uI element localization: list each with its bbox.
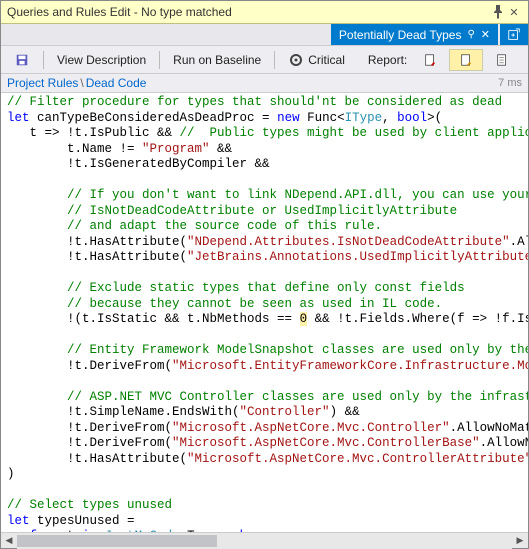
report-option-2[interactable] xyxy=(449,49,483,71)
critical-button[interactable]: Critical xyxy=(279,49,354,71)
title-bar: Queries and Rules Edit - No type matched… xyxy=(1,1,528,24)
tab-strip: Potentially Dead Types ⚲ ✕ xyxy=(1,24,528,46)
breadcrumb: Project Rules \ Dead Code 7 ms xyxy=(1,74,528,93)
separator xyxy=(43,51,44,69)
breadcrumb-separator: \ xyxy=(80,76,83,90)
save-button[interactable] xyxy=(5,49,39,71)
horizontal-scrollbar[interactable]: ◀ ▶ xyxy=(1,532,528,548)
breadcrumb-dead-code[interactable]: Dead Code xyxy=(86,76,147,90)
floppy-icon xyxy=(14,52,30,68)
separator xyxy=(274,51,275,69)
add-tab-button[interactable] xyxy=(500,24,528,45)
scroll-left-button[interactable]: ◀ xyxy=(1,533,17,549)
run-on-baseline-button[interactable]: Run on Baseline xyxy=(164,50,270,70)
code-content[interactable]: // Filter procedure for types that shoul… xyxy=(1,93,528,532)
report-option-1[interactable] xyxy=(413,49,447,71)
report-label: Report: xyxy=(364,53,411,67)
breadcrumb-project-rules[interactable]: Project Rules xyxy=(7,76,78,90)
scroll-thumb[interactable] xyxy=(17,535,217,547)
separator xyxy=(159,51,160,69)
tab-potentially-dead-types[interactable]: Potentially Dead Types ⚲ ✕ xyxy=(331,24,498,45)
pin-tab-icon[interactable]: ⚲ xyxy=(467,29,474,40)
tab-label: Potentially Dead Types xyxy=(339,28,462,42)
toolbar: View Description Run on Baseline Critica… xyxy=(1,46,528,74)
code-editor[interactable]: // Filter procedure for types that shoul… xyxy=(1,93,528,532)
timing-label: 7 ms xyxy=(498,77,522,89)
page-list-icon xyxy=(494,52,510,68)
close-tab-icon[interactable]: ✕ xyxy=(481,28,490,41)
close-icon[interactable]: ✕ xyxy=(506,4,522,20)
page-icon xyxy=(422,52,438,68)
page-check-icon xyxy=(458,52,474,68)
pin-icon[interactable] xyxy=(490,4,506,20)
report-option-3[interactable] xyxy=(485,49,519,71)
gear-icon xyxy=(288,52,304,68)
view-description-button[interactable]: View Description xyxy=(48,50,155,70)
title-text: Queries and Rules Edit - No type matched xyxy=(7,5,490,19)
scroll-track[interactable] xyxy=(17,533,512,549)
scroll-right-button[interactable]: ▶ xyxy=(512,533,528,549)
